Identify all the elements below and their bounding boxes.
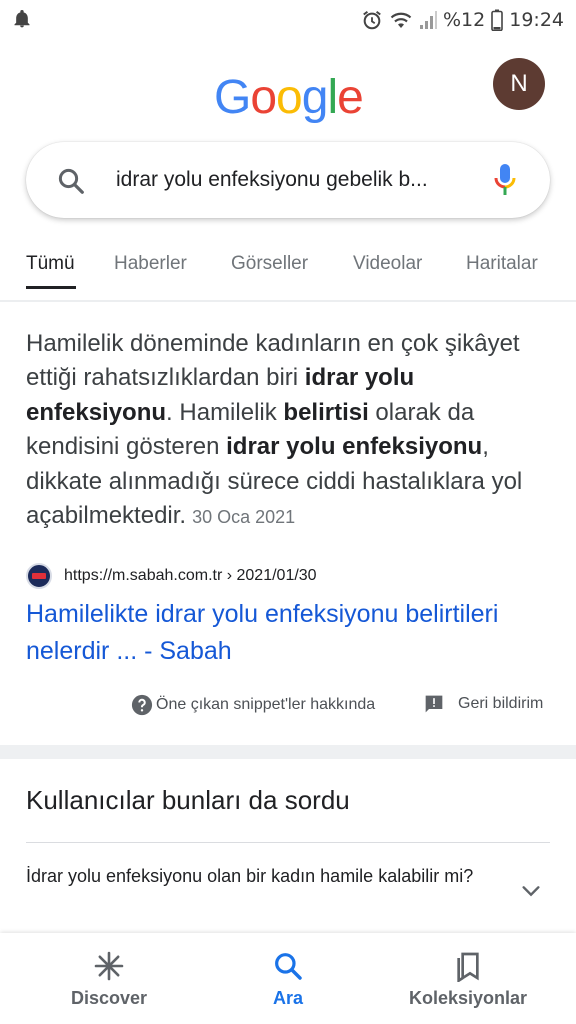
- about-snippets-link[interactable]: Öne çıkan snippet'ler hakkında: [131, 694, 375, 716]
- snippet-text-segment: . Hamilelik: [166, 398, 284, 426]
- tab-news[interactable]: Haberler: [114, 253, 187, 275]
- snippet-footer: Öne çıkan snippet'ler hakkında Geri bild…: [0, 692, 576, 722]
- feedback-icon: [425, 695, 443, 713]
- people-also-ask-question[interactable]: İdrar yolu enfeksiyonu olan bir kadın ha…: [26, 862, 496, 891]
- result-title-link[interactable]: Hamilelikte idrar yolu enfeksiyonu belir…: [26, 596, 546, 670]
- discover-icon: [94, 951, 124, 981]
- snippet-highlight: idrar yolu enfeksiyonu: [226, 433, 483, 461]
- snippet-date: 30 Oca 2021: [192, 507, 296, 528]
- search-query[interactable]: idrar yolu enfeksiyonu gebelik b...: [116, 168, 486, 192]
- source-url[interactable]: https://m.sabah.com.tr › 2021/01/30: [64, 567, 317, 585]
- battery-icon: [491, 9, 504, 31]
- search-tabs: Tümü Haberler Görseller Videolar Harital…: [0, 240, 576, 292]
- tab-maps[interactable]: Haritalar: [466, 253, 538, 275]
- logo-letter: l: [327, 71, 338, 124]
- bottom-navigation: Discover Ara Koleksiyonlar: [0, 933, 576, 1024]
- battery-percent: %12: [443, 9, 486, 31]
- logo-letter: G: [214, 71, 251, 124]
- collections-icon: [457, 952, 479, 982]
- divider: [26, 842, 550, 843]
- nav-collections[interactable]: Koleksiyonlar: [406, 933, 530, 1024]
- microphone-icon[interactable]: [492, 162, 518, 198]
- feedback-link[interactable]: Geri bildirim: [424, 694, 543, 714]
- account-avatar[interactable]: N: [493, 58, 545, 110]
- sabah-favicon-icon: [26, 563, 52, 589]
- logo-letter: g: [301, 71, 329, 124]
- tab-videos[interactable]: Videolar: [353, 253, 422, 275]
- nav-search-label: Ara: [272, 988, 303, 1008]
- signal-icon: [420, 11, 437, 29]
- nav-collections-label: Koleksiyonlar: [408, 988, 528, 1008]
- search-box[interactable]: idrar yolu enfeksiyonu gebelik b...: [26, 142, 550, 218]
- status-bar: %12 19:24: [0, 0, 576, 40]
- logo-letter: o: [250, 71, 277, 124]
- google-logo[interactable]: Google: [214, 70, 364, 124]
- avatar-initial: N: [510, 70, 528, 97]
- tab-images[interactable]: Görseller: [231, 253, 308, 275]
- snippet-text-segment: Hamilelik döneminde kadınların en çok şi…: [26, 330, 520, 392]
- tabs-divider: [0, 300, 576, 302]
- nav-discover[interactable]: Discover: [69, 933, 149, 1024]
- about-snippets-label[interactable]: Öne çıkan snippet'ler hakkında: [156, 696, 375, 714]
- alarm-icon: [363, 10, 381, 30]
- nav-discover-label: Discover: [70, 988, 148, 1008]
- wifi-icon: [390, 12, 412, 28]
- snippet-highlight: belirtisi: [283, 398, 369, 426]
- nav-search[interactable]: Ara: [258, 933, 318, 1024]
- active-tab-indicator: [26, 286, 76, 289]
- featured-snippet-text: Hamilelik döneminde kadınların en çok şi…: [26, 327, 552, 534]
- logo-letter: o: [276, 71, 303, 124]
- clock: 19:24: [509, 9, 564, 31]
- search-icon: [275, 953, 302, 980]
- section-separator: [0, 745, 576, 759]
- bell-icon: [14, 10, 30, 28]
- logo-letter: e: [337, 71, 364, 124]
- feedback-label[interactable]: Geri bildirim: [458, 695, 543, 713]
- tab-all[interactable]: Tümü: [26, 253, 75, 275]
- people-also-ask-title: Kullanıcılar bunları da sordu: [26, 785, 350, 815]
- chevron-down-icon[interactable]: [520, 880, 542, 902]
- search-icon[interactable]: [56, 166, 86, 196]
- help-icon: [131, 694, 153, 716]
- result-source[interactable]: https://m.sabah.com.tr › 2021/01/30: [26, 563, 317, 589]
